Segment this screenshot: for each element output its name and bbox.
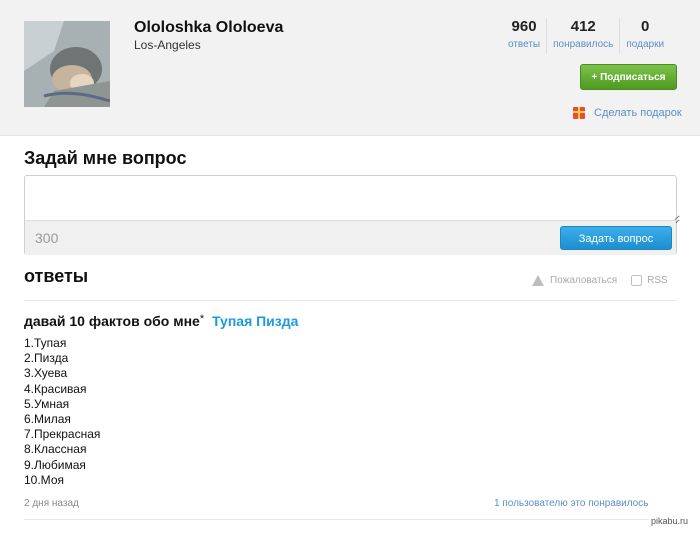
ask-form-footer: 300 Задать вопрос (25, 220, 676, 255)
stat-answers-label[interactable]: ответы (508, 38, 540, 52)
stat-answers[interactable]: 960 ответы (502, 18, 546, 54)
warning-icon (532, 275, 544, 286)
subscribe-button[interactable]: + Подписаться (580, 64, 677, 90)
answer-time[interactable]: 2 дня назад (24, 498, 79, 509)
answer-line: 9.Любимая (24, 457, 86, 472)
question-input[interactable] (25, 176, 680, 224)
rss-link[interactable]: RSS (647, 275, 668, 286)
gift-link[interactable]: Сделать подарок (573, 107, 682, 119)
profile-name[interactable]: Ololoshka Ololoeva (134, 19, 283, 37)
stat-answers-value: 960 (511, 18, 537, 35)
answer-line: 2.Пизда (24, 351, 69, 366)
question-label: давай 10 фактов обо мне (24, 313, 200, 329)
avatar[interactable] (24, 21, 110, 107)
rss-icon (631, 275, 643, 286)
question-text[interactable]: давай 10 фактов обо мне* Тупая Пизда (24, 313, 298, 329)
answer-line: 8.Классная (24, 442, 87, 457)
stat-likes-label[interactable]: понравилось (553, 38, 613, 52)
profile-stats: 960 ответы 412 понравилось 0 подарки (502, 18, 670, 54)
char-counter: 300 (35, 230, 59, 246)
stat-gifts[interactable]: 0 подарки (619, 18, 670, 54)
gift-icon (573, 107, 585, 119)
answer-likes-link[interactable]: 1 пользователю это понравилось (494, 498, 648, 509)
question-star: * (199, 313, 205, 325)
question-author-link[interactable]: Тупая Пизда (212, 313, 298, 329)
ask-question-button[interactable]: Задать вопрос (560, 226, 672, 250)
ask-title: Задай мне вопрос (24, 148, 187, 168)
divider (24, 300, 677, 301)
report-link[interactable]: Пожаловаться (550, 275, 617, 286)
answer-line: 6.Милая (24, 412, 71, 427)
answer-line: 10.Моя (24, 472, 64, 487)
answers-actions: Пожаловаться RSS (532, 275, 668, 286)
gift-link-label[interactable]: Сделать подарок (594, 107, 682, 119)
answer-line: 7.Прекрасная (24, 427, 101, 442)
answer-line: 5.Умная (24, 396, 70, 411)
stat-likes-value: 412 (570, 18, 596, 35)
answer-line: 4.Красивая (24, 381, 87, 396)
stat-gifts-value: 0 (641, 18, 650, 35)
answer-text: 1.Тупая 2.Пизда 3.Хуева 4.Красивая 5.Умн… (24, 336, 100, 488)
watermark: pikabu.ru (649, 516, 691, 526)
profile-header: Ololoshka Ololoeva Los-Angeles 960 ответ… (0, 0, 700, 136)
stat-gifts-label[interactable]: подарки (626, 38, 664, 52)
ask-form: 300 Задать вопрос (24, 175, 680, 255)
profile-city: Los-Angeles (134, 38, 201, 52)
answer-line: 1.Тупая (24, 336, 67, 350)
stat-likes[interactable]: 412 понравилось (546, 18, 619, 54)
divider (24, 519, 677, 520)
answers-title: ответы (24, 266, 89, 286)
answer-line: 3.Хуева (24, 366, 68, 381)
